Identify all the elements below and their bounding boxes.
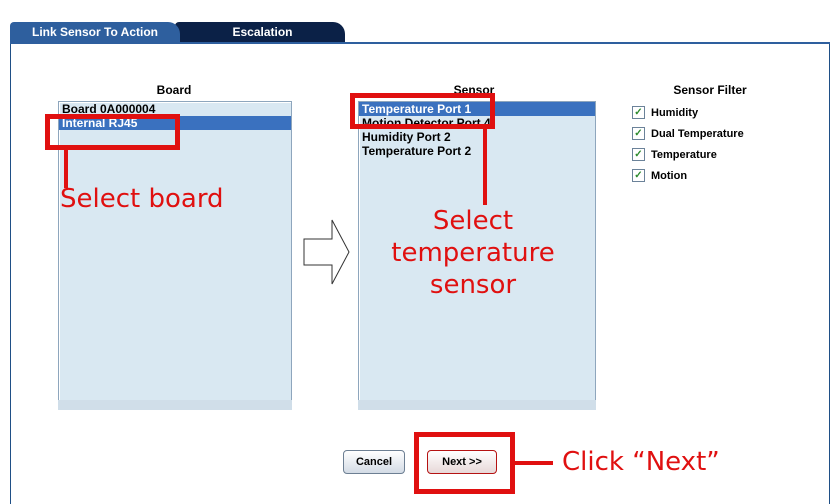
annotation-line-next xyxy=(515,461,553,465)
cancel-button[interactable]: Cancel xyxy=(343,450,405,474)
right-arrow-icon xyxy=(303,219,350,285)
filter-dual-temperature-label: Dual Temperature xyxy=(651,127,744,140)
tab-escalation[interactable]: Escalation xyxy=(175,22,345,42)
annotation-line-sensor xyxy=(483,129,487,205)
annotation-box-board xyxy=(45,114,180,150)
filter-temperature-label: Temperature xyxy=(651,148,717,161)
filter-temperature[interactable]: ✓ Temperature xyxy=(632,148,717,161)
tab-link-sensor-to-action[interactable]: Link Sensor To Action xyxy=(10,22,180,42)
board-listbox-footer xyxy=(58,400,292,410)
sensor-list-item[interactable]: Humidity Port 2 xyxy=(359,130,595,144)
annotation-select-sensor: Select temperature sensor xyxy=(391,206,555,300)
check-icon[interactable]: ✓ xyxy=(632,106,645,119)
sensor-filter-heading: Sensor Filter xyxy=(673,83,747,97)
tab-escalation-label: Escalation xyxy=(232,25,293,39)
check-icon[interactable]: ✓ xyxy=(632,148,645,161)
filter-dual-temperature[interactable]: ✓ Dual Temperature xyxy=(632,127,744,140)
filter-motion-label: Motion xyxy=(651,169,688,182)
annotation-box-sensor xyxy=(350,93,495,129)
sensor-listbox-footer xyxy=(358,400,596,410)
filter-humidity-label: Humidity xyxy=(651,106,699,119)
filter-humidity[interactable]: ✓ Humidity xyxy=(632,106,698,119)
annotation-select-board: Select board xyxy=(60,184,224,214)
tab-link-sensor-label: Link Sensor To Action xyxy=(31,25,158,39)
annotation-click-next: Click “Next” xyxy=(562,447,720,477)
check-icon[interactable]: ✓ xyxy=(632,127,645,140)
board-heading: Board xyxy=(156,83,192,97)
filter-motion[interactable]: ✓ Motion xyxy=(632,169,687,182)
check-icon[interactable]: ✓ xyxy=(632,169,645,182)
annotation-box-next xyxy=(414,432,515,494)
sensor-list-item[interactable]: Temperature Port 2 xyxy=(359,144,595,158)
